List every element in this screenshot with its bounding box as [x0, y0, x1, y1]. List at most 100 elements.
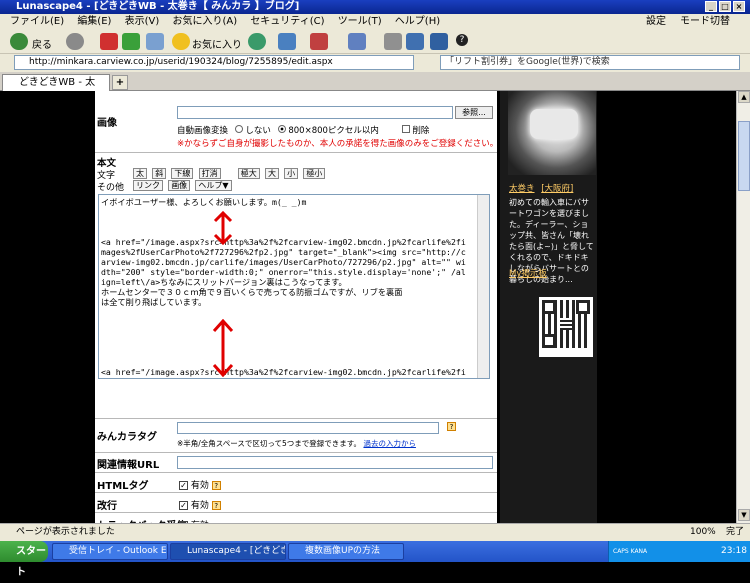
- related-url-input[interactable]: [177, 456, 493, 469]
- menu-view[interactable]: 表示(V): [125, 16, 160, 27]
- qr-code: [539, 297, 593, 357]
- related-url-row: 関連情報URL: [95, 453, 497, 473]
- xlarge-button[interactable]: 極大: [237, 168, 260, 179]
- html-help-icon[interactable]: ?: [211, 481, 221, 490]
- scroll-thumb[interactable]: [738, 121, 750, 191]
- tag-note: ※半角/全角スペースで区切って5つまで登録できます。: [177, 439, 362, 448]
- zoom-level[interactable]: 100%: [690, 524, 716, 541]
- taskbar-folder[interactable]: 複数画像UPの方法: [288, 543, 404, 560]
- browse-button[interactable]: 参照...: [455, 106, 493, 119]
- trackback-label: トラックバック受信: [95, 514, 187, 523]
- html-tag-row: HTMLタグ ✓ 有効 ?: [95, 473, 497, 493]
- close-button[interactable]: ×: [733, 1, 745, 12]
- maximize-button[interactable]: □: [719, 1, 731, 12]
- toolbar: 戻る お気に入り ?: [0, 29, 750, 54]
- back-icon[interactable]: [10, 33, 28, 50]
- address-input[interactable]: http://minkara.carview.co.jp/userid/1903…: [14, 55, 414, 70]
- taskbar-outlook[interactable]: 受信トレイ - Outlook Exp...: [52, 543, 168, 560]
- linebreak-row: 改行 ✓ 有効 ?: [95, 493, 497, 513]
- linebreak-option: ✓ 有効 ?: [179, 498, 221, 511]
- my-board-link[interactable]: My掲示板: [509, 267, 547, 279]
- other-buttons: リンク 画像 ヘルプ▼: [133, 180, 234, 191]
- strike-button[interactable]: 打消: [198, 168, 221, 179]
- edit-icon[interactable]: [406, 33, 424, 50]
- favorites-label[interactable]: お気に入り: [192, 36, 242, 51]
- delete-checkbox[interactable]: [401, 125, 410, 133]
- large-button[interactable]: 大: [264, 168, 279, 179]
- radio-none[interactable]: [234, 125, 243, 133]
- mail-icon[interactable]: [348, 33, 366, 50]
- refresh-icon[interactable]: [122, 33, 140, 50]
- profile-sidebar: 太巻き [大阪府] 初めての輸入車にバサートワゴンを選びました。ディーラー、ショ…: [500, 91, 597, 523]
- engine-cover: [530, 109, 578, 139]
- scroll-down-arrow[interactable]: ▼: [738, 509, 750, 521]
- underline-button[interactable]: 下線: [171, 168, 194, 179]
- linebreak-help-icon[interactable]: ?: [211, 501, 221, 510]
- page-scrollbar[interactable]: ▲ ▼: [736, 91, 750, 523]
- status-text: ページが表示されました: [16, 527, 115, 537]
- back-label[interactable]: 戻る: [32, 36, 52, 51]
- other-label: その他: [97, 183, 125, 193]
- window-title: Lunascape4 - [どきどきWB - 太巻き【 みんカラ 】ブログ]: [16, 1, 300, 12]
- home-icon[interactable]: [146, 33, 164, 50]
- window-titlebar: Lunascape4 - [どきどきWB - 太巻き【 みんカラ 】ブログ] _…: [0, 0, 750, 14]
- bold-button[interactable]: 太: [133, 168, 147, 179]
- tag-input[interactable]: [177, 422, 439, 434]
- tab-close-icon[interactable]: [310, 33, 328, 50]
- tab-active[interactable]: どきどきWB - 太巻...: [2, 74, 110, 104]
- related-url-label: 関連情報URL: [97, 460, 160, 471]
- menu-bar: ファイル(E) 編集(E) 表示(V) お気に入り(A) セキュリティ(C) ツ…: [0, 14, 750, 29]
- tab-new-icon[interactable]: [278, 33, 296, 50]
- radio-800[interactable]: [277, 125, 286, 133]
- tag-help-icon[interactable]: ?: [447, 422, 456, 431]
- textarea-scrollbar[interactable]: [477, 195, 489, 378]
- profile-region-link[interactable]: [大阪府]: [541, 184, 573, 194]
- autoconvert-label: 自動画像変換: [177, 126, 229, 136]
- menu-favorites[interactable]: お気に入り(A): [172, 16, 237, 27]
- tag-history-link[interactable]: 過去の入力から: [363, 439, 416, 448]
- menu-security[interactable]: セキュリティ(C): [250, 16, 324, 27]
- minimize-button[interactable]: _: [705, 1, 717, 12]
- delete-label: 削除: [412, 126, 430, 136]
- html-tag-checkbox[interactable]: ✓: [179, 481, 188, 490]
- link-button[interactable]: リンク: [133, 180, 163, 191]
- scroll-up-arrow[interactable]: ▲: [738, 91, 750, 103]
- settings-menu[interactable]: 設定: [646, 14, 666, 29]
- radio-800-label: 800×800ピクセル以内: [288, 126, 379, 136]
- help-dropdown-button[interactable]: ヘルプ▼: [195, 180, 232, 191]
- menu-edit[interactable]: 編集(E): [77, 16, 111, 27]
- profile-name-link[interactable]: 太巻き: [509, 184, 535, 194]
- image-file-input[interactable]: [177, 106, 453, 119]
- blog-edit-form: 画像 参照... 自動画像変換 しない 800×800ピクセル以内 削除 ※かな…: [95, 91, 497, 523]
- linebreak-label: 改行: [97, 501, 117, 512]
- format-buttons: 太 斜 下線 打消 極大 大 小 極小: [133, 168, 327, 179]
- check-icon[interactable]: [430, 33, 448, 50]
- html-tag-opt-label: 有効: [190, 481, 209, 491]
- html-tag-label: HTMLタグ: [97, 481, 149, 492]
- menu-file[interactable]: ファイル(E): [10, 16, 64, 27]
- body-textarea[interactable]: イボイボユーザー様、よろしくお願いします。m(_ _)m <a href="/i…: [98, 194, 490, 379]
- favorites-star-icon[interactable]: [172, 33, 190, 50]
- engine-photo: [508, 91, 596, 175]
- start-button[interactable]: スタート: [0, 541, 48, 578]
- new-tab-button[interactable]: +: [112, 75, 128, 90]
- small-button[interactable]: 小: [284, 168, 299, 179]
- italic-button[interactable]: 斜: [152, 168, 167, 179]
- menu-tools[interactable]: ツール(T): [338, 16, 382, 27]
- ime-indicator[interactable]: CAPS KANA: [613, 548, 647, 555]
- mode-switch-menu[interactable]: モード切替: [680, 14, 730, 29]
- image-button[interactable]: 画像: [168, 180, 191, 191]
- forward-icon[interactable]: [66, 33, 84, 50]
- menu-help[interactable]: ヘルプ(H): [395, 16, 440, 27]
- help-icon[interactable]: ?: [456, 34, 468, 46]
- stop-icon[interactable]: [100, 33, 118, 50]
- print-icon[interactable]: [384, 33, 402, 50]
- linebreak-checkbox[interactable]: ✓: [179, 501, 188, 510]
- taskbar-lunascape[interactable]: Lunascape4 - [どきどきW...: [170, 543, 286, 560]
- history-icon[interactable]: [248, 33, 266, 50]
- search-input[interactable]: 「リフト割引券」をGoogle(世界)で検索: [440, 55, 740, 70]
- status-bar: ページが表示されました 100% 完了: [0, 523, 750, 541]
- xsmall-button[interactable]: 極小: [303, 168, 326, 179]
- clock: 23:18: [721, 546, 747, 556]
- red-arrow-up-down-1: [213, 211, 233, 245]
